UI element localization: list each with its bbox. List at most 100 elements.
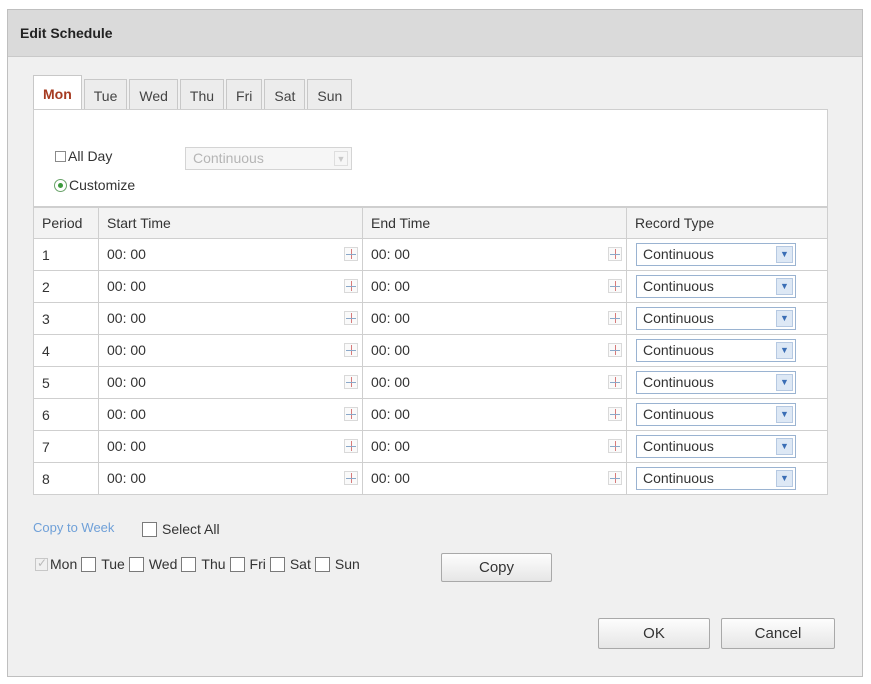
record-type-value: Continuous <box>643 278 714 294</box>
copy-day-fri[interactable]: Fri <box>229 556 266 572</box>
start-time-value: 00: 00 <box>107 278 146 294</box>
period-cell: 1 <box>33 238 99 271</box>
dialog-title: Edit Schedule <box>20 25 113 41</box>
end-time-field[interactable]: 00: 00 <box>363 239 626 270</box>
mon-checkbox[interactable] <box>35 556 48 571</box>
start-time-value: 00: 00 <box>107 374 146 390</box>
end-time-field[interactable]: 00: 00 <box>363 335 626 366</box>
end-time-field[interactable]: 00: 00 <box>363 399 626 430</box>
chevron-down-icon[interactable]: ▼ <box>776 374 793 391</box>
customize-radio[interactable] <box>54 178 67 192</box>
fri-checkbox[interactable] <box>229 556 245 572</box>
end-time-value: 00: 00 <box>371 310 410 326</box>
chevron-down-icon[interactable]: ▼ <box>776 438 793 455</box>
tab-tue[interactable]: Tue <box>83 79 128 112</box>
tab-fri[interactable]: Fri <box>226 79 263 112</box>
clock-icon[interactable] <box>344 407 358 421</box>
clock-icon[interactable] <box>344 471 358 485</box>
clock-icon[interactable] <box>608 279 622 293</box>
copy-to-week-link[interactable]: Copy to Week <box>33 520 114 535</box>
clock-icon[interactable] <box>608 407 622 421</box>
start-time-field[interactable]: 00: 00 <box>99 239 362 270</box>
tab-mon[interactable]: Mon <box>33 75 82 112</box>
start-time-field[interactable]: 00: 00 <box>99 367 362 398</box>
copy-day-mon[interactable]: Mon <box>35 556 77 572</box>
clock-icon[interactable] <box>344 279 358 293</box>
all-day-option[interactable]: All Day <box>55 148 112 164</box>
chevron-down-icon[interactable]: ▼ <box>776 406 793 423</box>
wed-checkbox[interactable] <box>128 556 144 572</box>
tab-sat[interactable]: Sat <box>264 79 306 112</box>
end-time-field[interactable]: 00: 00 <box>363 271 626 302</box>
copy-button[interactable]: Copy <box>441 553 552 582</box>
clock-icon[interactable] <box>344 375 358 389</box>
copy-day-sat[interactable]: Sat <box>269 556 311 572</box>
end-time-field[interactable]: 00: 00 <box>363 463 626 494</box>
table-row: 6 00: 00 00: 00 Continuous ▼ <box>33 398 828 431</box>
start-time-value: 00: 00 <box>107 310 146 326</box>
record-type-value: Continuous <box>643 342 714 358</box>
tab-wed[interactable]: Wed <box>129 79 178 112</box>
copy-day-wed[interactable]: Wed <box>128 556 178 572</box>
copy-day-sun[interactable]: Sun <box>314 556 360 572</box>
clock-icon[interactable] <box>344 439 358 453</box>
record-type-value: Continuous <box>643 246 714 262</box>
period-cell: 2 <box>33 270 99 303</box>
cancel-button[interactable]: Cancel <box>721 618 835 649</box>
copy-day-thu[interactable]: Thu <box>181 556 226 572</box>
record-type-select[interactable]: Continuous ▼ <box>636 403 796 426</box>
end-time-value: 00: 00 <box>371 406 410 422</box>
end-time-field[interactable]: 00: 00 <box>363 303 626 334</box>
clock-icon[interactable] <box>344 311 358 325</box>
start-time-field[interactable]: 00: 00 <box>99 335 362 366</box>
all-day-checkbox[interactable] <box>55 150 66 162</box>
record-type-select[interactable]: Continuous ▼ <box>636 275 796 298</box>
clock-icon[interactable] <box>608 471 622 485</box>
copy-days-group: Mon Tue Wed Thu Fri Sat Sun <box>35 556 364 572</box>
thu-checkbox[interactable] <box>181 556 197 572</box>
select-all-option[interactable]: Select All <box>142 521 220 537</box>
start-time-field[interactable]: 00: 00 <box>99 271 362 302</box>
record-type-select[interactable]: Continuous ▼ <box>636 243 796 266</box>
clock-icon[interactable] <box>608 375 622 389</box>
tab-sun[interactable]: Sun <box>307 79 353 112</box>
clock-icon[interactable] <box>608 343 622 357</box>
period-cell: 4 <box>33 334 99 367</box>
tue-checkbox[interactable] <box>81 556 97 572</box>
chevron-down-icon[interactable]: ▼ <box>776 470 793 487</box>
record-type-select[interactable]: Continuous ▼ <box>636 371 796 394</box>
start-time-field[interactable]: 00: 00 <box>99 431 362 462</box>
start-time-field[interactable]: 00: 00 <box>99 463 362 494</box>
end-time-value: 00: 00 <box>371 342 410 358</box>
copy-day-tue[interactable]: Tue <box>81 556 125 572</box>
record-type-value: Continuous <box>643 310 714 326</box>
start-time-field[interactable]: 00: 00 <box>99 399 362 430</box>
mon-label: Mon <box>50 556 78 572</box>
clock-icon[interactable] <box>608 247 622 261</box>
period-cell: 8 <box>33 462 99 495</box>
record-type-select[interactable]: Continuous ▼ <box>636 339 796 362</box>
ok-button[interactable]: OK <box>598 618 710 649</box>
chevron-down-icon[interactable]: ▼ <box>776 310 793 327</box>
clock-icon[interactable] <box>608 311 622 325</box>
start-time-field[interactable]: 00: 00 <box>99 303 362 334</box>
chevron-down-icon[interactable]: ▼ <box>776 246 793 263</box>
tab-thu[interactable]: Thu <box>179 79 225 112</box>
clock-icon[interactable] <box>608 439 622 453</box>
wed-label: Wed <box>148 556 178 572</box>
clock-icon[interactable] <box>344 247 358 261</box>
clock-icon[interactable] <box>344 343 358 357</box>
sun-checkbox[interactable] <box>314 556 330 572</box>
sat-checkbox[interactable] <box>269 556 285 572</box>
end-time-field[interactable]: 00: 00 <box>363 431 626 462</box>
select-all-checkbox[interactable] <box>142 521 157 537</box>
select-all-label: Select All <box>162 521 220 537</box>
end-time-field[interactable]: 00: 00 <box>363 367 626 398</box>
customize-option[interactable]: Customize <box>54 177 135 193</box>
chevron-down-icon[interactable]: ▼ <box>776 342 793 359</box>
table-row: 7 00: 00 00: 00 Continuous ▼ <box>33 430 828 463</box>
record-type-select[interactable]: Continuous ▼ <box>636 435 796 458</box>
chevron-down-icon[interactable]: ▼ <box>776 278 793 295</box>
record-type-select[interactable]: Continuous ▼ <box>636 307 796 330</box>
record-type-select[interactable]: Continuous ▼ <box>636 467 796 490</box>
